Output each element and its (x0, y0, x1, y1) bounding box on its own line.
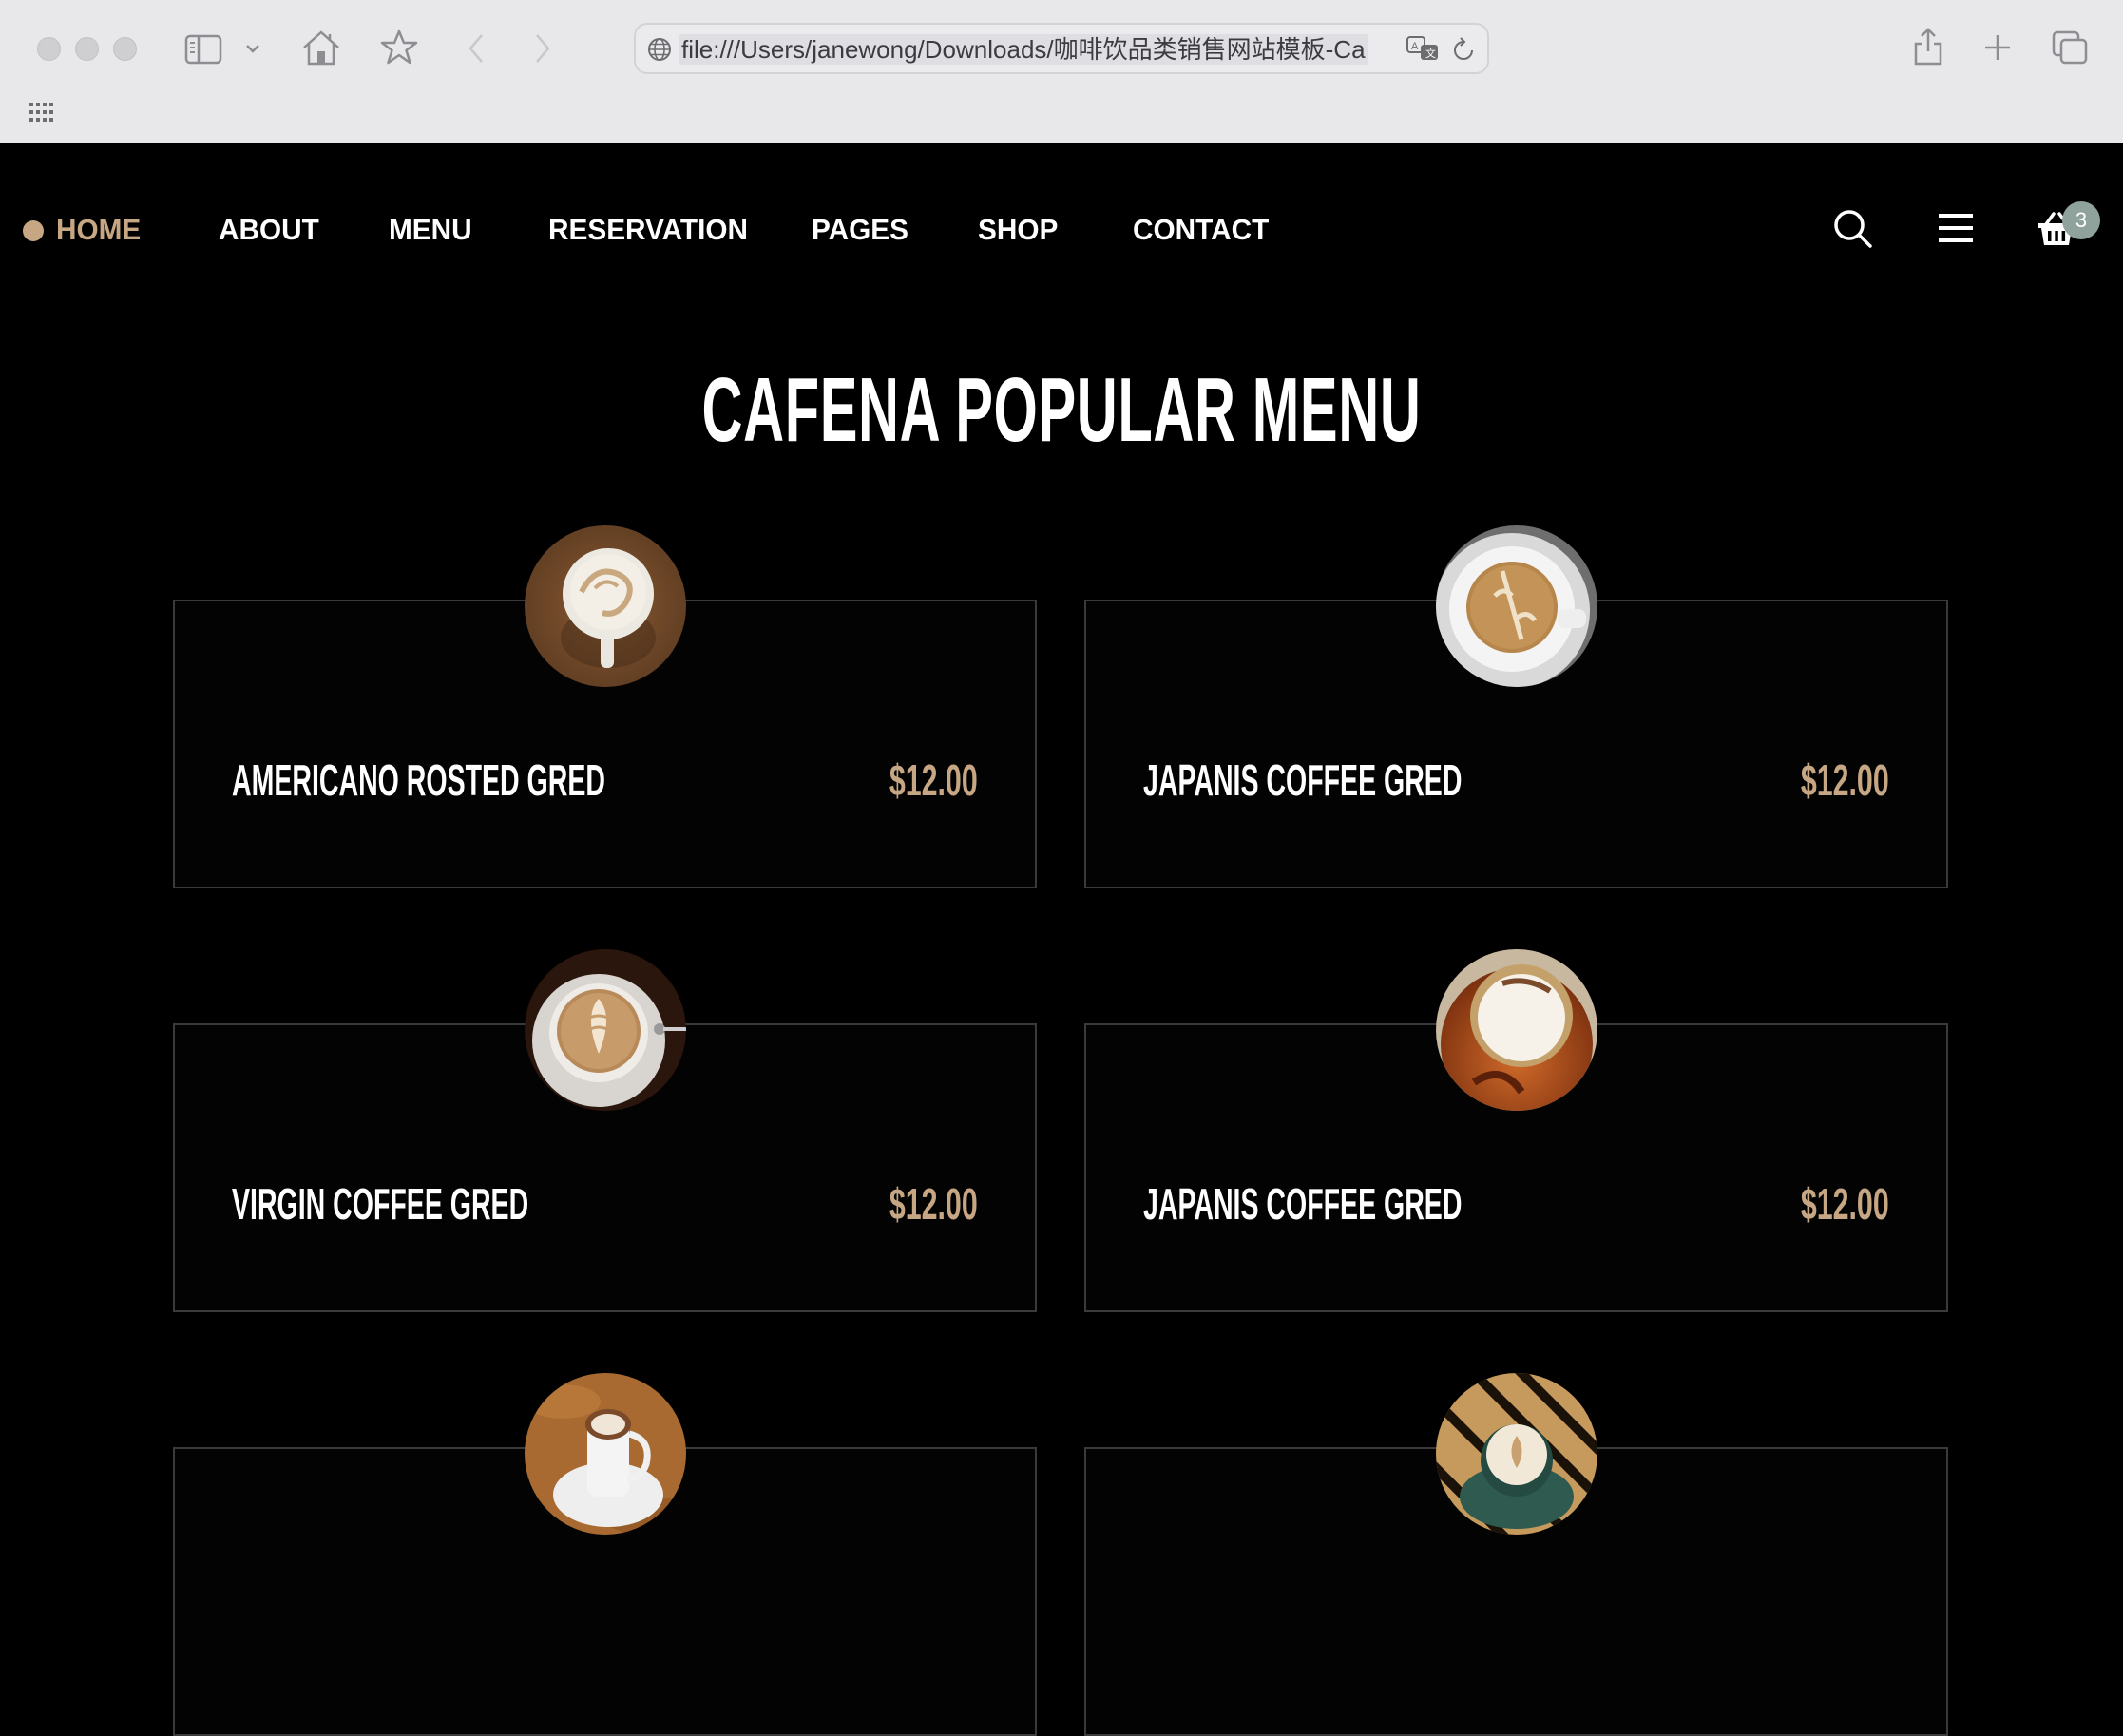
nav-menu[interactable]: MENU (389, 211, 472, 249)
active-dot-icon (23, 220, 44, 241)
hamburger-menu-icon[interactable] (1939, 213, 1973, 248)
forward-icon[interactable] (532, 31, 553, 66)
reload-icon[interactable] (1451, 37, 1476, 68)
url-text[interactable]: file:///Users/janewong/Downloads/咖啡饮品类销售… (679, 34, 1368, 65)
address-bar[interactable]: file:///Users/janewong/Downloads/咖啡饮品类销售… (634, 23, 1489, 74)
item-price: $12.00 (889, 1179, 978, 1229)
back-icon[interactable] (466, 31, 487, 66)
close-window-button[interactable] (37, 37, 61, 61)
star-icon[interactable] (379, 29, 419, 67)
item-name: AMERICANO ROSTED GRED (232, 755, 605, 805)
nav-reservation[interactable]: RESERVATION (548, 211, 748, 249)
item-name: JAPANIS COFFEE GRED (1143, 755, 1463, 805)
coffee-image (525, 1373, 686, 1535)
svg-text:A: A (1411, 41, 1419, 52)
section-title: CAFENA POPULAR MENU (701, 359, 1422, 462)
coffee-image (1436, 525, 1597, 687)
menu-card[interactable] (173, 1373, 1037, 1736)
coffee-image (1436, 949, 1597, 1111)
menu-card[interactable] (1084, 1373, 1948, 1736)
chevron-down-icon[interactable] (244, 42, 261, 55)
item-price: $12.00 (1801, 1179, 1889, 1229)
tabs-overview-icon[interactable] (2052, 30, 2088, 65)
main-nav: HOME ABOUT MENU RESERVATION PAGES SHOP C… (0, 143, 2123, 314)
nav-about[interactable]: ABOUT (219, 211, 319, 249)
cart-count-badge[interactable]: 3 (2062, 201, 2100, 239)
item-name: VIRGIN COFFEE GRED (232, 1179, 529, 1229)
nav-contact[interactable]: CONTACT (1133, 211, 1269, 249)
minimize-window-button[interactable] (75, 37, 99, 61)
item-price: $12.00 (889, 755, 978, 805)
menu-card[interactable]: VIRGIN COFFEE GRED $12.00 (173, 949, 1037, 1312)
menu-card[interactable]: JAPANIS COFFEE GRED $12.00 (1084, 525, 1948, 888)
coffee-image (1436, 1373, 1597, 1535)
svg-text:文: 文 (1425, 47, 1436, 60)
menu-card[interactable]: JAPANIS COFFEE GRED $12.00 (1084, 949, 1948, 1312)
search-icon[interactable] (1833, 209, 1873, 254)
globe-icon (647, 37, 672, 67)
apps-grid-icon[interactable] (29, 103, 54, 128)
nav-home[interactable]: HOME (56, 211, 141, 249)
zoom-window-button[interactable] (113, 37, 137, 61)
menu-card[interactable]: AMERICANO ROSTED GRED $12.00 (173, 525, 1037, 888)
translate-icon[interactable]: A文 (1406, 35, 1442, 68)
browser-toolbar: file:///Users/janewong/Downloads/咖啡饮品类销售… (0, 0, 2123, 143)
sidebar-icon[interactable] (184, 34, 222, 65)
coffee-image (525, 949, 686, 1111)
share-icon[interactable] (1913, 27, 1943, 67)
item-name: JAPANIS COFFEE GRED (1143, 1179, 1463, 1229)
coffee-image (525, 525, 686, 687)
nav-pages[interactable]: PAGES (812, 211, 908, 249)
nav-shop[interactable]: SHOP (978, 211, 1058, 249)
new-tab-icon[interactable] (1983, 33, 2012, 62)
item-price: $12.00 (1801, 755, 1889, 805)
home-icon[interactable] (300, 29, 342, 67)
